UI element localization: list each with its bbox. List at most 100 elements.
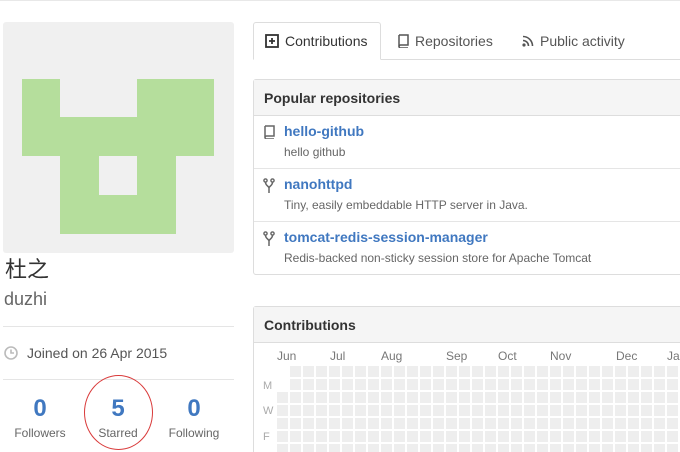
contribution-day-cell[interactable] <box>316 444 327 452</box>
avatar[interactable] <box>3 22 234 253</box>
contribution-day-cell[interactable] <box>342 366 353 377</box>
contribution-day-cell[interactable] <box>472 418 483 429</box>
contribution-day-cell[interactable] <box>368 431 379 442</box>
contribution-day-cell[interactable] <box>667 418 678 429</box>
contribution-day-cell[interactable] <box>654 418 665 429</box>
contribution-day-cell[interactable] <box>563 366 574 377</box>
contribution-day-cell[interactable] <box>290 418 301 429</box>
tab-public-activity[interactable]: Public activity <box>522 22 625 60</box>
contribution-day-cell[interactable] <box>407 444 418 452</box>
contribution-day-cell[interactable] <box>485 405 496 416</box>
contribution-day-cell[interactable] <box>537 366 548 377</box>
contribution-day-cell[interactable] <box>615 444 626 452</box>
contribution-day-cell[interactable] <box>641 418 652 429</box>
contribution-day-cell[interactable] <box>420 418 431 429</box>
contribution-day-cell[interactable] <box>576 431 587 442</box>
contribution-day-cell[interactable] <box>290 431 301 442</box>
contribution-day-cell[interactable] <box>277 431 288 442</box>
contribution-day-cell[interactable] <box>628 418 639 429</box>
contribution-day-cell[interactable] <box>615 418 626 429</box>
contribution-day-cell[interactable] <box>355 444 366 452</box>
contribution-day-cell[interactable] <box>355 379 366 390</box>
contribution-day-cell[interactable] <box>329 431 340 442</box>
contribution-day-cell[interactable] <box>329 392 340 403</box>
contribution-day-cell[interactable] <box>329 418 340 429</box>
contribution-day-cell[interactable] <box>485 431 496 442</box>
contribution-day-cell[interactable] <box>628 379 639 390</box>
contribution-day-cell[interactable] <box>368 392 379 403</box>
contribution-day-cell[interactable] <box>316 418 327 429</box>
contribution-day-cell[interactable] <box>511 379 522 390</box>
contribution-day-cell[interactable] <box>446 418 457 429</box>
contribution-day-cell[interactable] <box>654 366 665 377</box>
contribution-day-cell[interactable] <box>550 431 561 442</box>
contribution-day-cell[interactable] <box>355 418 366 429</box>
contribution-day-cell[interactable] <box>615 392 626 403</box>
contribution-day-cell[interactable] <box>459 379 470 390</box>
contribution-day-cell[interactable] <box>498 444 509 452</box>
repo-list-item[interactable]: nanohttpd Tiny, easily embeddable HTTP s… <box>254 169 680 222</box>
contribution-day-cell[interactable] <box>381 366 392 377</box>
contribution-day-cell[interactable] <box>537 431 548 442</box>
contribution-day-cell[interactable] <box>576 392 587 403</box>
contribution-day-cell[interactable] <box>602 405 613 416</box>
contribution-day-cell[interactable] <box>485 379 496 390</box>
contribution-day-cell[interactable] <box>667 444 678 452</box>
contribution-day-cell[interactable] <box>537 392 548 403</box>
contribution-day-cell[interactable] <box>602 431 613 442</box>
contribution-day-cell[interactable] <box>589 418 600 429</box>
contribution-day-cell[interactable] <box>277 392 288 403</box>
contribution-day-cell[interactable] <box>381 392 392 403</box>
contribution-day-cell[interactable] <box>641 366 652 377</box>
contribution-day-cell[interactable] <box>524 431 535 442</box>
contribution-day-cell[interactable] <box>524 444 535 452</box>
contribution-day-cell[interactable] <box>537 444 548 452</box>
contribution-day-cell[interactable] <box>641 431 652 442</box>
contribution-day-cell[interactable] <box>420 366 431 377</box>
contribution-day-cell[interactable] <box>654 379 665 390</box>
contribution-day-cell[interactable] <box>537 418 548 429</box>
contribution-day-cell[interactable] <box>589 392 600 403</box>
contribution-day-cell[interactable] <box>472 431 483 442</box>
contribution-day-cell[interactable] <box>303 444 314 452</box>
contribution-day-cell[interactable] <box>394 418 405 429</box>
contribution-day-cell[interactable] <box>563 444 574 452</box>
contribution-day-cell[interactable] <box>381 431 392 442</box>
contribution-day-cell[interactable] <box>303 392 314 403</box>
contribution-day-cell[interactable] <box>641 444 652 452</box>
contribution-day-cell[interactable] <box>615 405 626 416</box>
contribution-day-cell[interactable] <box>433 431 444 442</box>
following-stat[interactable]: 0 Following <box>162 395 226 440</box>
contribution-day-cell[interactable] <box>303 379 314 390</box>
contribution-day-cell[interactable] <box>472 405 483 416</box>
contribution-day-cell[interactable] <box>615 431 626 442</box>
contribution-day-cell[interactable] <box>667 379 678 390</box>
contribution-day-cell[interactable] <box>420 405 431 416</box>
contribution-day-cell[interactable] <box>277 418 288 429</box>
contribution-day-cell[interactable] <box>524 392 535 403</box>
contribution-day-cell[interactable] <box>602 392 613 403</box>
contribution-day-cell[interactable] <box>381 379 392 390</box>
contribution-day-cell[interactable] <box>420 444 431 452</box>
contribution-day-cell[interactable] <box>615 366 626 377</box>
contribution-day-cell[interactable] <box>576 418 587 429</box>
contribution-day-cell[interactable] <box>303 418 314 429</box>
contribution-day-cell[interactable] <box>550 366 561 377</box>
contribution-day-cell[interactable] <box>368 379 379 390</box>
contribution-day-cell[interactable] <box>602 418 613 429</box>
contribution-day-cell[interactable] <box>355 431 366 442</box>
contribution-day-cell[interactable] <box>498 366 509 377</box>
contribution-day-cell[interactable] <box>290 366 301 377</box>
contribution-day-cell[interactable] <box>329 379 340 390</box>
contribution-day-cell[interactable] <box>641 405 652 416</box>
contribution-day-cell[interactable] <box>342 444 353 452</box>
contribution-day-cell[interactable] <box>329 405 340 416</box>
contribution-day-cell[interactable] <box>563 379 574 390</box>
contribution-day-cell[interactable] <box>589 366 600 377</box>
contribution-day-cell[interactable] <box>433 444 444 452</box>
contribution-day-cell[interactable] <box>537 405 548 416</box>
contribution-day-cell[interactable] <box>667 392 678 403</box>
contribution-day-cell[interactable] <box>290 444 301 452</box>
contribution-day-cell[interactable] <box>576 405 587 416</box>
contribution-day-cell[interactable] <box>459 366 470 377</box>
